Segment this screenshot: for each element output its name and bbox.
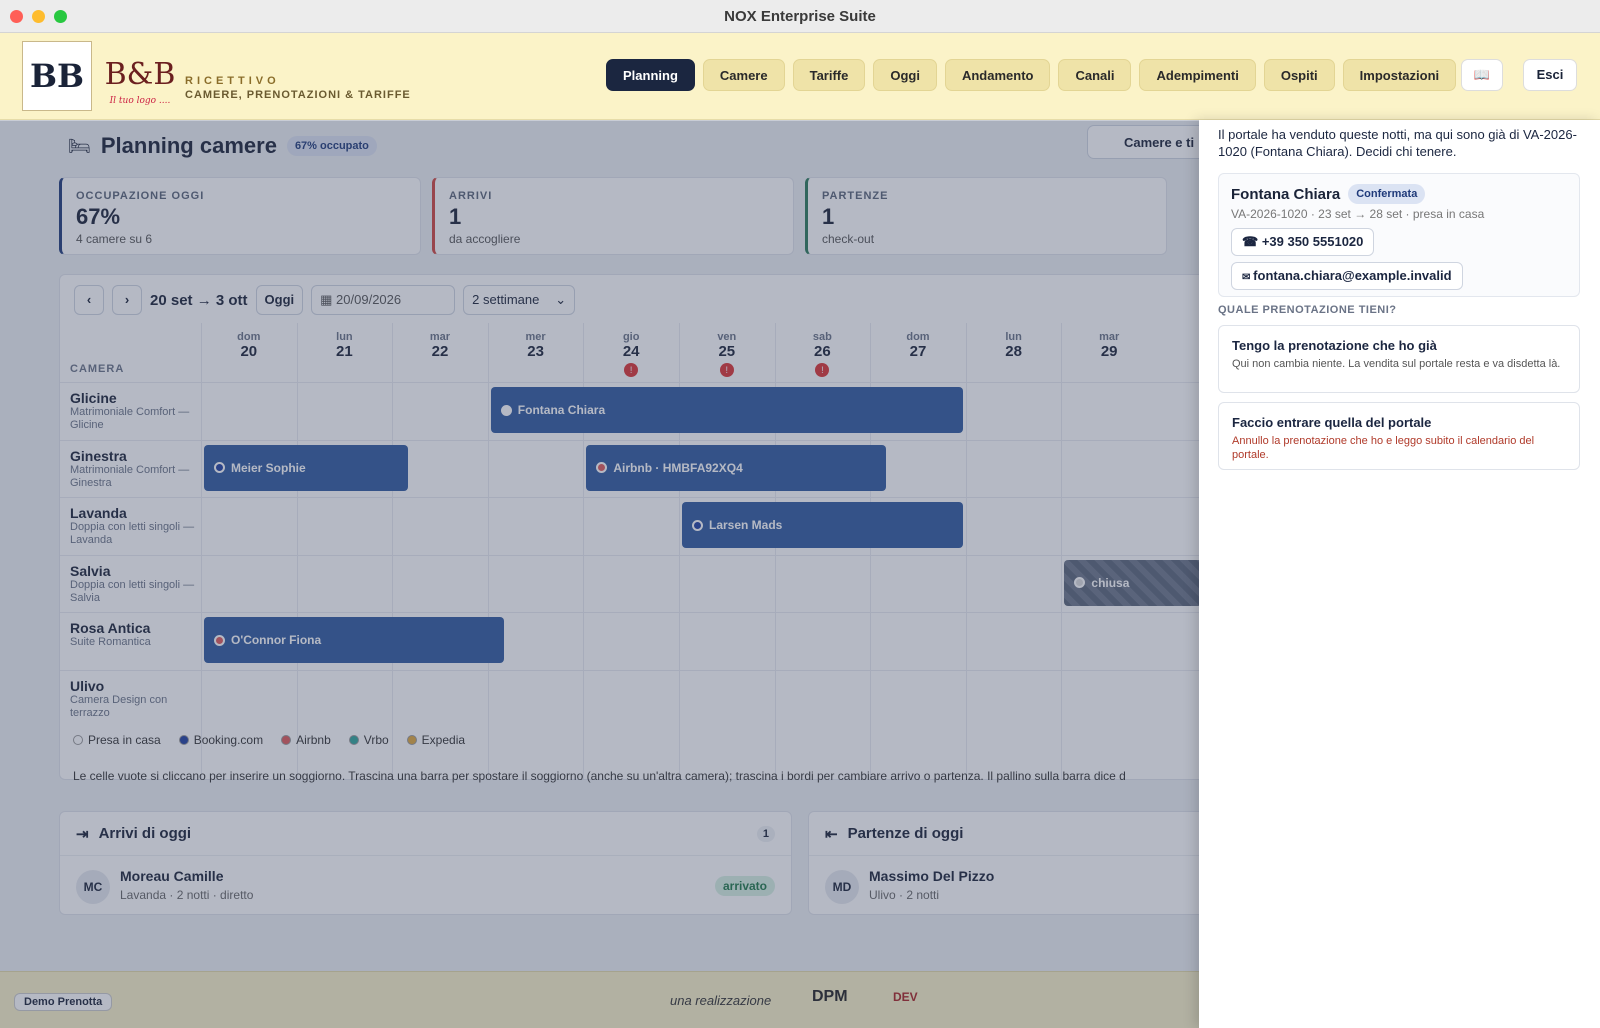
status-badge: Confermata: [1348, 184, 1426, 204]
guest-name: Fontana Chiara: [1231, 185, 1341, 203]
phone-icon: ☎: [1242, 234, 1262, 249]
minimize-window-button[interactable]: [32, 10, 45, 23]
conflict-intro: Il portale ha venduto queste notti, ma q…: [1218, 127, 1577, 159]
nav-tab-impostazioni[interactable]: Impostazioni: [1342, 59, 1457, 91]
question-label: QUALE PRENOTAZIONE TIENI?: [1218, 304, 1397, 316]
window-titlebar: NOX Enterprise Suite: [0, 0, 1600, 33]
phone-chip[interactable]: ☎ +39 350 5551020: [1231, 228, 1375, 256]
window-title: NOX Enterprise Suite: [724, 8, 876, 25]
close-window-button[interactable]: [10, 10, 23, 23]
app-header: BB B&B Il tuo logo .... RICETTIVO CAMERE,…: [0, 33, 1600, 120]
zoom-window-button[interactable]: [54, 10, 67, 23]
bb-logo: BB: [22, 41, 92, 111]
booking-meta: VA-2026-1020 · 23 set → 28 set · presa i…: [1231, 207, 1485, 221]
nav-tab-andamento[interactable]: Andamento: [944, 59, 1051, 91]
nav-tab-tariffe[interactable]: Tariffe: [792, 59, 866, 91]
manual-button[interactable]: 📖: [1461, 59, 1503, 91]
house-logo: B&B Il tuo logo ....: [104, 57, 176, 106]
nav-tab-adempimenti[interactable]: Adempimenti: [1139, 59, 1256, 91]
nav-tab-camere[interactable]: Camere: [702, 59, 785, 91]
keep-existing-option[interactable]: Tengo la prenotazione che ho già Qui non…: [1218, 325, 1580, 393]
exit-button[interactable]: Esci: [1523, 59, 1577, 91]
brand-text: RICETTIVO CAMERE, PRENOTAZIONI & TARIFFE: [185, 75, 411, 101]
accept-portal-option[interactable]: Faccio entrare quella del portale Annull…: [1218, 402, 1580, 470]
nav-tab-oggi[interactable]: Oggi: [873, 59, 937, 91]
nav-tab-canali[interactable]: Canali: [1058, 59, 1132, 91]
booking-card: Fontana Chiara Confermata VA-2026-1020 ·…: [1218, 173, 1580, 297]
main-nav: Planning Camere Tariffe Oggi Andamento Canali…: [606, 59, 1457, 91]
modal-backdrop[interactable]: [0, 121, 1199, 1028]
nav-tab-ospiti[interactable]: Ospiti: [1263, 59, 1335, 91]
email-chip[interactable]: ✉ fontana.chiara@example.invalid: [1231, 262, 1463, 290]
mail-icon: ✉: [1242, 272, 1254, 283]
conflict-drawer: Il portale ha venduto queste notti, ma q…: [1199, 120, 1600, 1028]
book-icon: 📖: [1473, 67, 1491, 82]
nav-tab-planning[interactable]: Planning: [606, 59, 695, 91]
